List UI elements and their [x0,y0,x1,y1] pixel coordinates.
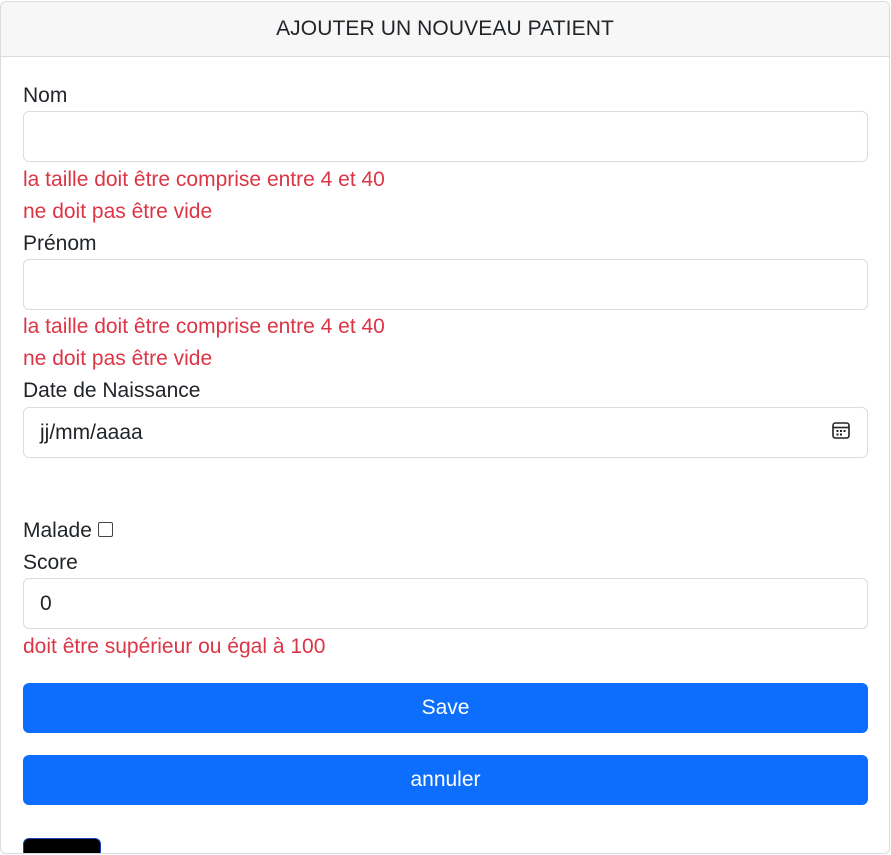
date-naissance-input[interactable]: jj/mm/aaaa [23,407,868,458]
date-naissance-label: Date de Naissance [23,379,201,402]
prenom-error-size: la taille doit être comprise entre 4 et … [23,315,385,338]
page-title: AJOUTER UN NOUVEAU PATIENT [276,17,614,40]
cancel-button[interactable]: annuler [23,755,868,805]
back-button[interactable]: Back [23,838,101,853]
nom-input[interactable] [23,111,868,162]
score-error: doit être supérieur ou égal à 100 [23,635,326,658]
card-header: AJOUTER UN NOUVEAU PATIENT [1,2,889,57]
malade-row: Malade [23,519,113,543]
malade-checkbox[interactable] [97,521,113,537]
score-label: Score [23,551,78,574]
nom-error-empty: ne doit pas être vide [23,200,213,223]
calendar-icon[interactable] [831,420,851,446]
malade-label: Malade [23,519,92,542]
score-input[interactable]: 0 [23,578,868,629]
prenom-error-empty: ne doit pas être vide [23,347,213,370]
save-button[interactable]: Save [23,683,868,733]
prenom-input[interactable] [23,259,868,310]
nom-label: Nom [23,84,68,107]
nom-error-size: la taille doit être comprise entre 4 et … [23,168,385,191]
prenom-label: Prénom [23,232,97,255]
patient-form-card: AJOUTER UN NOUVEAU PATIENT Nom la taille… [0,1,890,854]
date-placeholder: jj/mm/aaaa [40,420,143,444]
